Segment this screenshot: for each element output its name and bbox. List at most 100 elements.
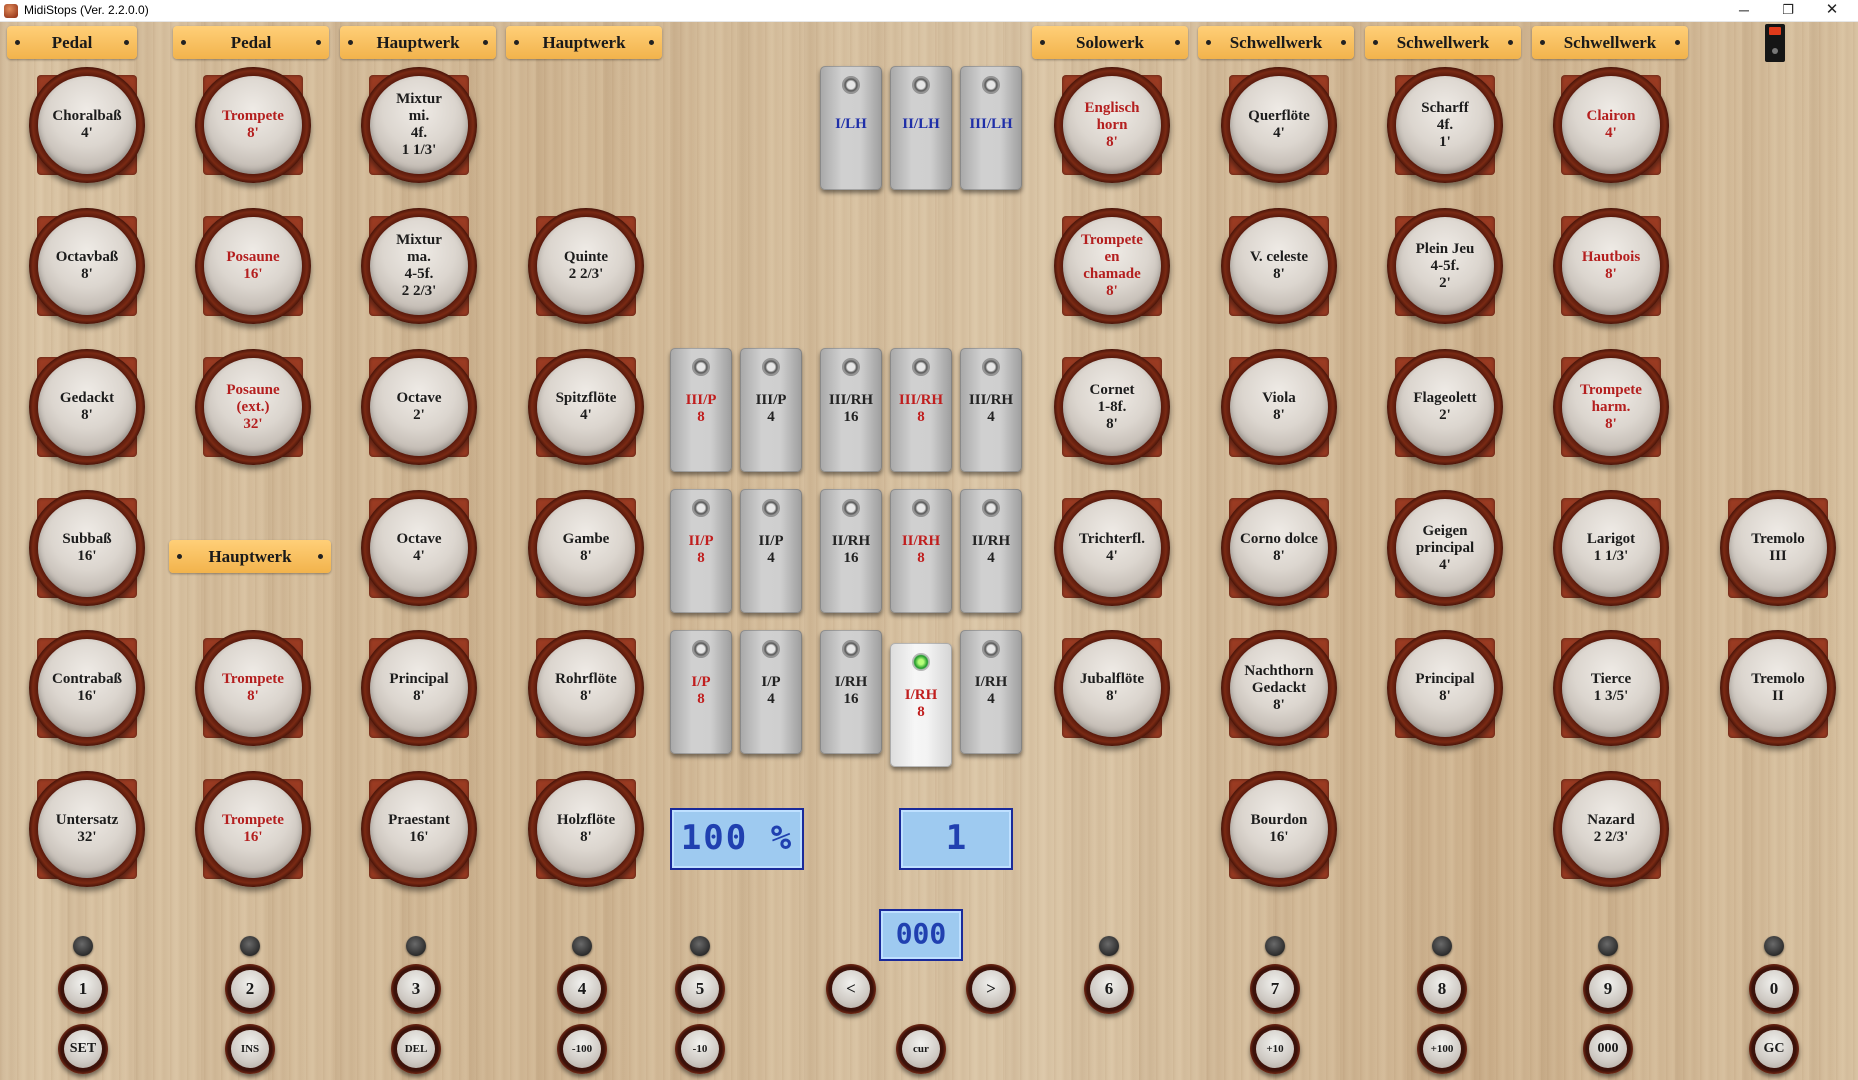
stop-knob[interactable]: Jubalflöte 8'	[1054, 630, 1170, 746]
stop-knob[interactable]: Viola 8'	[1221, 349, 1337, 465]
stop-knob[interactable]: Quinte 2 2/3'	[528, 208, 644, 324]
stop-knob[interactable]: Plein Jeu 4-5f. 2'	[1387, 208, 1503, 324]
power-switch[interactable]	[1765, 24, 1785, 62]
stop-knob[interactable]: Holzflöte 8'	[528, 771, 644, 887]
stop-knob[interactable]: Untersatz 32'	[29, 771, 145, 887]
zero-button[interactable]: 000	[1583, 1024, 1633, 1074]
piston-0-button[interactable]: 0	[1749, 964, 1799, 1014]
coupler-tab[interactable]: II/LH	[890, 66, 952, 190]
stop-knob[interactable]: Octavbaß 8'	[29, 208, 145, 324]
restore-button[interactable]: ❐	[1766, 0, 1810, 22]
coupler-tab[interactable]: I/RH 16	[820, 630, 882, 754]
stop-knob[interactable]: V. celeste 8'	[1221, 208, 1337, 324]
stop-knob[interactable]: Tremolo II	[1720, 630, 1836, 746]
coupler-tab[interactable]: II/P 4	[740, 489, 802, 613]
insert-button[interactable]: INS	[225, 1024, 275, 1074]
current-button[interactable]: cur	[896, 1024, 946, 1074]
stop-knob[interactable]: Larigot 1 1/3'	[1553, 490, 1669, 606]
next-button[interactable]: >	[966, 964, 1016, 1014]
division-label-hauptwerk[interactable]: Hauptwerk	[169, 540, 331, 573]
coupler-tab[interactable]: II/RH 16	[820, 489, 882, 613]
stop-knob-active[interactable]: Trompete 16'	[195, 771, 311, 887]
stop-knob[interactable]: Flageolett 2'	[1387, 349, 1503, 465]
piston-8-button[interactable]: 8	[1417, 964, 1467, 1014]
piston-5-button[interactable]: 5	[675, 964, 725, 1014]
coupler-tab[interactable]: I/RH 4	[960, 630, 1022, 754]
piston-9-button[interactable]: 9	[1583, 964, 1633, 1014]
coupler-tab[interactable]: I/P 4	[740, 630, 802, 754]
stop-knob[interactable]: Mixtur mi. 4f. 1 1/3'	[361, 67, 477, 183]
stop-knob[interactable]: Trichterfl. 4'	[1054, 490, 1170, 606]
delete-button[interactable]: DEL	[391, 1024, 441, 1074]
piston-2-button[interactable]: 2	[225, 964, 275, 1014]
plus-100-button[interactable]: +100	[1417, 1024, 1467, 1074]
minus-100-button[interactable]: -100	[557, 1024, 607, 1074]
division-label-pedal[interactable]: Pedal	[7, 26, 137, 59]
division-label-schwellwerk[interactable]: Schwellwerk	[1365, 26, 1521, 59]
division-label-solowerk[interactable]: Solowerk	[1032, 26, 1188, 59]
stop-knob-active[interactable]: Posaune (ext.) 32'	[195, 349, 311, 465]
coupler-tab-engaged[interactable]: I/RH 8	[890, 643, 952, 767]
division-label-schwellwerk[interactable]: Schwellwerk	[1198, 26, 1354, 59]
piston-4-button[interactable]: 4	[557, 964, 607, 1014]
stop-knob[interactable]: Geigen principal 4'	[1387, 490, 1503, 606]
stop-knob-active[interactable]: Hautbois 8'	[1553, 208, 1669, 324]
stop-knob[interactable]: Spitzflöte 4'	[528, 349, 644, 465]
piston-7-button[interactable]: 7	[1250, 964, 1300, 1014]
division-label-pedal[interactable]: Pedal	[173, 26, 329, 59]
stop-knob[interactable]: Principal 8'	[1387, 630, 1503, 746]
coupler-tab[interactable]: III/RH 16	[820, 348, 882, 472]
stop-knob-active[interactable]: Englisch horn 8'	[1054, 67, 1170, 183]
piston-3-button[interactable]: 3	[391, 964, 441, 1014]
piston-1-button[interactable]: 1	[58, 964, 108, 1014]
stop-knob[interactable]: Gedackt 8'	[29, 349, 145, 465]
stop-knob[interactable]: Rohrflöte 8'	[528, 630, 644, 746]
stop-knob[interactable]: Corno dolce 8'	[1221, 490, 1337, 606]
division-label-schwellwerk[interactable]: Schwellwerk	[1532, 26, 1688, 59]
stop-knob-active[interactable]: Trompete en chamade 8'	[1054, 208, 1170, 324]
coupler-tab[interactable]: II/RH 8	[890, 489, 952, 613]
stop-knob[interactable]: Tierce 1 3/5'	[1553, 630, 1669, 746]
coupler-led	[842, 640, 860, 658]
division-label-hauptwerk[interactable]: Hauptwerk	[506, 26, 662, 59]
stop-knob[interactable]: Octave 2'	[361, 349, 477, 465]
close-button[interactable]: ✕	[1810, 0, 1854, 22]
stop-knob[interactable]: Praestant 16'	[361, 771, 477, 887]
minimize-button[interactable]: ─	[1722, 0, 1766, 22]
coupler-tab[interactable]: II/P 8	[670, 489, 732, 613]
coupler-tab[interactable]: III/RH 8	[890, 348, 952, 472]
coupler-tab[interactable]: III/P 8	[670, 348, 732, 472]
stop-knob-active[interactable]: Trompete 8'	[195, 67, 311, 183]
division-label-hauptwerk[interactable]: Hauptwerk	[340, 26, 496, 59]
stop-knob-active[interactable]: Posaune 16'	[195, 208, 311, 324]
coupler-tab[interactable]: II/RH 4	[960, 489, 1022, 613]
stop-knob[interactable]: Subbaß 16'	[29, 490, 145, 606]
stop-knob[interactable]: Octave 4'	[361, 490, 477, 606]
stop-knob-active[interactable]: Trompete 8'	[195, 630, 311, 746]
plus-10-button[interactable]: +10	[1250, 1024, 1300, 1074]
stop-knob-active[interactable]: Clairon 4'	[1553, 67, 1669, 183]
stop-knob[interactable]: Scharff 4f. 1'	[1387, 67, 1503, 183]
coupler-tab[interactable]: I/P 8	[670, 630, 732, 754]
stop-knob[interactable]: Querflöte 4'	[1221, 67, 1337, 183]
set-button[interactable]: SET	[58, 1024, 108, 1074]
general-cancel-button[interactable]: GC	[1749, 1024, 1799, 1074]
stop-knob[interactable]: Bourdon 16'	[1221, 771, 1337, 887]
piston-6-button[interactable]: 6	[1084, 964, 1134, 1014]
stop-knob[interactable]: Gambe 8'	[528, 490, 644, 606]
minus-10-button[interactable]: -10	[675, 1024, 725, 1074]
stop-knob[interactable]: Contrabaß 16'	[29, 630, 145, 746]
coupler-tab[interactable]: III/P 4	[740, 348, 802, 472]
stop-knob[interactable]: Cornet 1-8f. 8'	[1054, 349, 1170, 465]
stop-knob[interactable]: Tremolo III	[1720, 490, 1836, 606]
coupler-tab[interactable]: III/RH 4	[960, 348, 1022, 472]
stop-knob[interactable]: Choralbaß 4'	[29, 67, 145, 183]
coupler-tab[interactable]: III/LH	[960, 66, 1022, 190]
stop-knob[interactable]: Nachthorn Gedackt 8'	[1221, 630, 1337, 746]
previous-button[interactable]: <	[826, 964, 876, 1014]
stop-knob[interactable]: Mixtur ma. 4-5f. 2 2/3'	[361, 208, 477, 324]
stop-knob[interactable]: Principal 8'	[361, 630, 477, 746]
stop-knob[interactable]: Nazard 2 2/3'	[1553, 771, 1669, 887]
coupler-tab[interactable]: I/LH	[820, 66, 882, 190]
stop-knob-active[interactable]: Trompete harm. 8'	[1553, 349, 1669, 465]
